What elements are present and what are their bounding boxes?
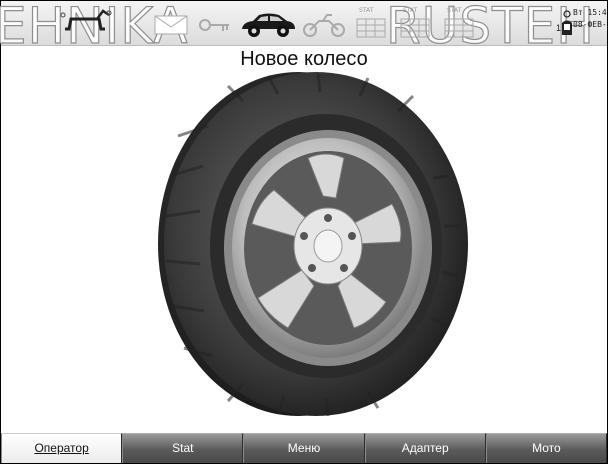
- date-text: 08-ФЕВ-2011: [573, 20, 608, 29]
- wheel-balancer-icon: [60, 9, 112, 31]
- stat-grid-icon: [400, 18, 430, 38]
- tab-adapter[interactable]: Адаптер: [364, 433, 486, 463]
- stat-icon[interactable]: STAT: [441, 5, 477, 41]
- tab-stat[interactable]: Stat: [122, 433, 244, 463]
- status-bar: EHNIKA RUSTEH STAT STAT STAT 1 Вт 15:4 0…: [0, 0, 608, 56]
- time-text: Вт 15:43:43: [573, 8, 608, 17]
- bottom-tab-bar: Оператор Stat Меню Адаптер Мото: [1, 433, 608, 463]
- stat-icon[interactable]: STAT: [353, 5, 389, 41]
- car-icon[interactable]: [239, 9, 297, 39]
- tab-operator[interactable]: Оператор: [1, 433, 123, 463]
- tab-menu[interactable]: Меню: [243, 433, 365, 463]
- mail-icon[interactable]: [153, 13, 191, 37]
- stat-grid-icon: [356, 18, 386, 38]
- stat-grid-icon: [444, 18, 474, 38]
- key-icon[interactable]: [197, 13, 233, 37]
- stat-icon[interactable]: STAT: [397, 5, 433, 41]
- tab-moto[interactable]: Мото: [485, 433, 608, 463]
- datetime: Вт 15:43:43 08-ФЕВ-2011: [573, 7, 608, 31]
- operator-icon[interactable]: [561, 9, 573, 39]
- motorcycle-icon[interactable]: [301, 9, 349, 39]
- wheel-image: [158, 72, 468, 417]
